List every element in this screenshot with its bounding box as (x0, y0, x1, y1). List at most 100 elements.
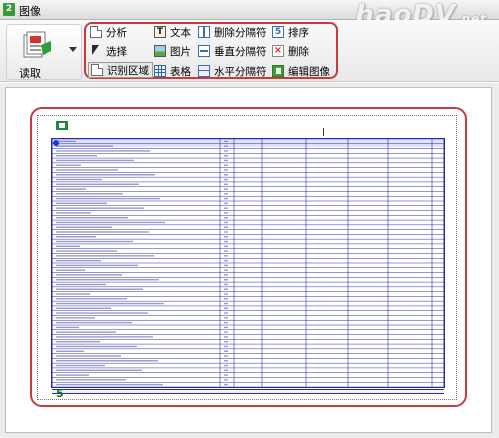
scanned-document-image[interactable]: 5 (37, 115, 457, 400)
table-cell-number (224, 221, 228, 224)
table-cell-text (56, 321, 132, 324)
delete-separator-button[interactable]: 删除分隔符 (198, 24, 267, 40)
analyze-label: 分析 (106, 26, 127, 39)
table-label: 表格 (170, 65, 191, 78)
image-canvas[interactable]: 5 (5, 87, 492, 433)
table-cell-text (56, 259, 101, 262)
table-cell-number (224, 231, 228, 233)
table-cell-text (56, 283, 106, 286)
recognize-area-label: 识别区域 (107, 64, 149, 77)
scanned-table (52, 139, 444, 387)
table-cell-number (224, 150, 228, 152)
table-cell-number (224, 374, 228, 376)
table-button[interactable]: 表格 (154, 63, 191, 79)
table-cell-text (56, 236, 96, 238)
table-cell-number (224, 140, 228, 143)
table-cell-number (224, 226, 228, 228)
table-cell-number (224, 264, 228, 267)
vertical-separator-label: 垂直分隔符 (214, 45, 267, 58)
sort-button[interactable]: 5 排序 (272, 24, 309, 40)
table-cell-text (56, 264, 138, 267)
table-cell-text (56, 178, 102, 181)
table-cell-text (56, 255, 154, 257)
picture-button[interactable]: 图片 (154, 43, 191, 59)
table-cell-number (224, 302, 228, 305)
table-cell-text (56, 331, 116, 333)
table-cell-number (224, 321, 228, 324)
read-button-label: 读取 (19, 67, 41, 80)
delete-separator-label: 删除分隔符 (214, 26, 267, 39)
vertical-separator-button[interactable]: 垂直分隔符 (198, 43, 267, 59)
table-cell-text (56, 274, 122, 276)
horizontal-separator-icon (198, 65, 210, 77)
table-cell-text (56, 307, 111, 310)
table-cell-number (224, 360, 228, 362)
table-cell-text (56, 302, 164, 305)
table-cell-text (56, 379, 126, 381)
title-bar: 2 图像 haoDV.net (0, 0, 499, 30)
table-cell-text (56, 150, 150, 152)
table-cell-text (56, 154, 97, 157)
table-cell-text (56, 140, 76, 143)
sort-icon: 5 (272, 26, 284, 38)
table-cell-number (224, 274, 228, 276)
horizontal-separator-button[interactable]: 水平分隔符 (198, 63, 267, 79)
table-cell-text (56, 202, 107, 205)
table-cell-text (56, 312, 148, 314)
table-cell-number (224, 174, 228, 176)
table-cell-number (224, 269, 228, 271)
table-cell-text (56, 326, 79, 329)
cursor-icon (90, 45, 102, 57)
edit-image-icon (272, 65, 284, 77)
table-cell-text (56, 164, 81, 166)
app-icon: 2 (3, 3, 15, 16)
select-button[interactable]: 选择 (90, 43, 127, 59)
horizontal-separator-label: 水平分隔符 (214, 65, 267, 78)
table-cell-text (56, 360, 158, 362)
chevron-down-icon[interactable] (69, 47, 77, 52)
table-cell-number (224, 216, 228, 219)
text-icon: T (154, 26, 166, 38)
table-cell-text (56, 317, 95, 319)
table-cell-text (56, 231, 149, 233)
text-button[interactable]: T 文本 (154, 24, 191, 40)
scanner-document-icon (23, 31, 51, 58)
table-cell-number (224, 212, 228, 214)
table-cell-text (56, 188, 86, 190)
table-cell-text (56, 169, 118, 171)
table-cell-number (224, 197, 228, 200)
table-cell-number (224, 202, 228, 205)
table-cell-number (224, 154, 228, 157)
table-cell-number (224, 336, 228, 338)
table-cell-number (224, 340, 228, 343)
edit-image-button[interactable]: 编辑图像 (272, 63, 330, 79)
table-footer-row (52, 389, 444, 394)
table-cell-text (56, 345, 137, 348)
selection-handle[interactable] (53, 140, 59, 146)
ribbon-toolbar: 读取 分析 选择 识别区域 T 文本 图片 表格 删除分隔符 垂直分隔符 水平分… (0, 20, 499, 82)
table-cell-number (224, 293, 228, 295)
analyze-button[interactable]: 分析 (90, 24, 127, 40)
delete-icon: × (272, 45, 284, 57)
table-cell-text (56, 269, 85, 271)
table-icon (154, 65, 166, 77)
table-cell-number (224, 364, 228, 367)
table-cell-number (224, 331, 228, 333)
read-button[interactable]: 读取 (6, 24, 82, 80)
table-cell-number (224, 240, 228, 243)
table-cell-number (224, 317, 228, 319)
window-title: 图像 (19, 5, 41, 18)
recognition-region[interactable] (51, 138, 445, 388)
delete-separator-icon (198, 26, 210, 38)
vertical-separator-icon (198, 45, 210, 57)
table-cell-number (224, 245, 228, 248)
table-cell-number (224, 159, 228, 162)
table-cell-number (224, 183, 228, 186)
page-icon (91, 64, 103, 76)
recognize-area-button[interactable]: 识别区域 (88, 62, 153, 78)
table-cell-text (56, 145, 113, 147)
delete-button[interactable]: × 删除 (272, 43, 309, 59)
table-cell-number (224, 255, 228, 257)
table-cell-text (56, 278, 159, 281)
table-cell-number (224, 164, 228, 166)
